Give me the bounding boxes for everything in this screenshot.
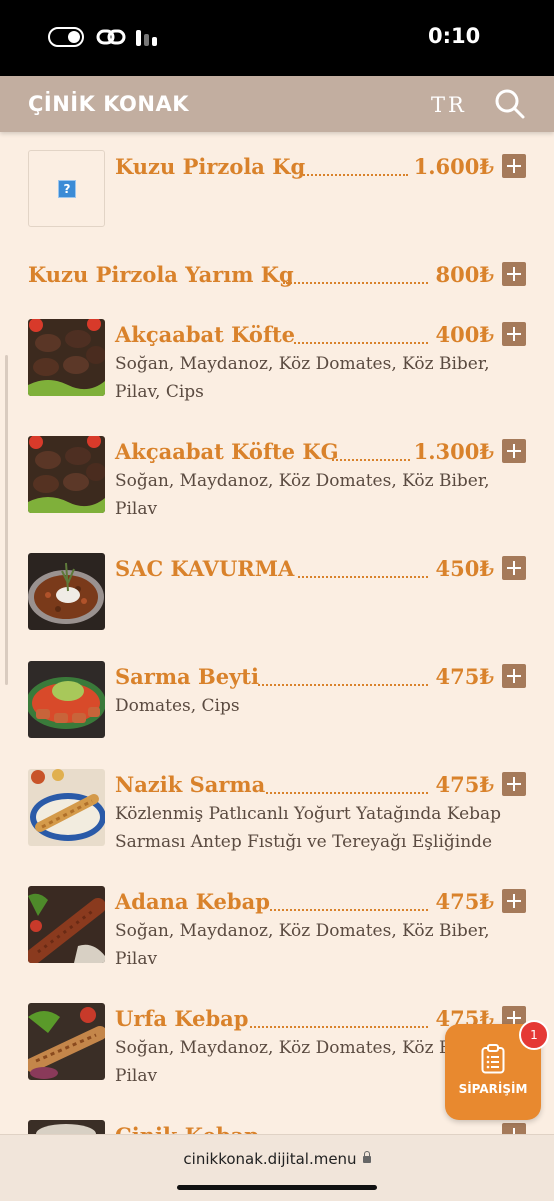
dot-leader (283, 282, 428, 284)
link-icon (96, 29, 126, 45)
add-to-cart-button[interactable] (502, 664, 526, 688)
home-indicator[interactable] (177, 1185, 377, 1190)
order-count-badge: 1 (519, 1020, 549, 1050)
item-image-placeholder: ? (28, 150, 105, 227)
item-image (28, 553, 105, 630)
item-image (28, 769, 105, 846)
add-to-cart-button[interactable] (502, 772, 526, 796)
item-image (28, 436, 105, 513)
menu-list[interactable]: ? Kuzu Pirzola Kg 1.600₺ Kuzu Pirzola Ya… (0, 132, 554, 1134)
item-image (28, 886, 105, 963)
dot-leader (266, 792, 428, 794)
signal-icon (136, 30, 157, 46)
lock-icon (362, 1151, 371, 1163)
app-header: ÇİNİK KONAK TR (0, 76, 554, 132)
url-display[interactable]: cinikkonak.dijital.menu (0, 1150, 554, 1168)
dot-leader (258, 684, 428, 686)
add-to-cart-button[interactable] (502, 889, 526, 913)
item-name: Çinik Kebap (115, 1123, 259, 1134)
item-name: Akçaabat Köfte (115, 322, 296, 347)
dot-leader (300, 174, 408, 176)
item-price: 475₺ (435, 772, 494, 797)
clipboard-icon (481, 1044, 505, 1074)
item-name: Nazik Sarma (115, 772, 266, 797)
dot-leader (332, 459, 410, 461)
item-name: SAC KAVURMA (115, 556, 295, 581)
scroll-indicator[interactable] (5, 355, 8, 685)
item-price: 400₺ (435, 322, 494, 347)
item-name: Kuzu Pirzola Yarım Kg (28, 262, 294, 287)
status-bar: 0:10 (0, 0, 554, 76)
item-description: Domates, Cips (115, 696, 240, 716)
broken-image-icon: ? (58, 180, 76, 198)
dot-leader (294, 342, 428, 344)
item-image (28, 1120, 105, 1134)
item-price: 475₺ (435, 889, 494, 914)
add-to-cart-button[interactable] (502, 1123, 526, 1134)
add-to-cart-button[interactable] (502, 439, 526, 463)
dot-leader (270, 909, 428, 911)
item-description: Soğan, Maydanoz, Köz Domates, Köz Biber,… (115, 471, 490, 519)
item-description: Soğan, Maydanoz, Köz Domates, Köz Biber,… (115, 354, 490, 402)
add-to-cart-button[interactable] (502, 322, 526, 346)
item-price: 1.300₺ (413, 439, 494, 464)
item-name: Kuzu Pirzola Kg (115, 154, 306, 179)
item-name: Sarma Beyti (115, 664, 259, 689)
browser-url-bar[interactable]: cinikkonak.dijital.menu (0, 1134, 554, 1201)
item-image (28, 661, 105, 738)
item-description: Közlenmiş Patlıcanlı Yoğurt Yatağında Ke… (115, 804, 502, 852)
language-selector[interactable]: TR (431, 93, 467, 117)
toggle-icon (48, 27, 84, 47)
item-price: 800₺ (435, 262, 494, 287)
item-description: Soğan, Maydanoz, Köz Domates, Köz Biber,… (115, 921, 490, 969)
add-to-cart-button[interactable] (502, 154, 526, 178)
item-image (28, 1003, 105, 1080)
item-name: Adana Kebap (115, 889, 270, 914)
item-price: 1.600₺ (413, 154, 494, 179)
item-name: Urfa Kebap (115, 1006, 249, 1031)
item-price: 475₺ (435, 664, 494, 689)
dot-leader (250, 1026, 428, 1028)
item-name: Akçaabat Köfte KG (115, 439, 339, 464)
brand-title[interactable]: ÇİNİK KONAK (28, 92, 189, 116)
url-text: cinikkonak.dijital.menu (183, 1150, 357, 1168)
search-icon[interactable] (494, 88, 526, 120)
add-to-cart-button[interactable] (502, 556, 526, 580)
dot-leader (298, 576, 428, 578)
clock: 0:10 (428, 24, 481, 48)
item-image (28, 319, 105, 396)
add-to-cart-button[interactable] (502, 262, 526, 286)
item-price: 450₺ (435, 556, 494, 581)
order-label: SİPARİŞİM (458, 1082, 528, 1096)
